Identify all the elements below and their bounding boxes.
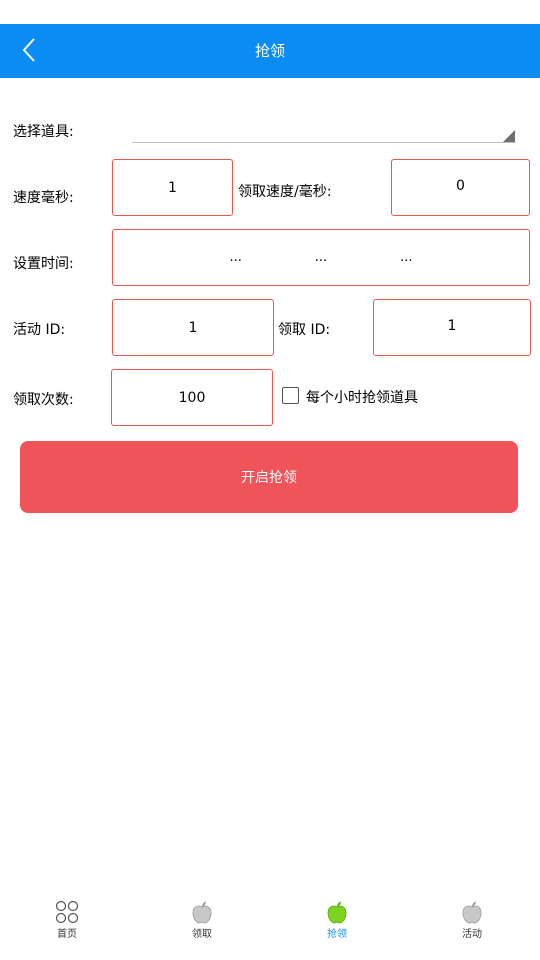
tab-claim-label: 领取 (192, 929, 212, 940)
tab-home[interactable]: 首页 (27, 900, 107, 944)
claim-count-input[interactable]: 100 (111, 369, 273, 426)
select-item-label: 选择道具: (13, 124, 74, 140)
tab-home-label: 首页 (57, 929, 77, 940)
dropdown-arrow-icon (503, 130, 515, 142)
time-picker[interactable]: ... ... ... (112, 229, 530, 286)
spinner-underline (132, 142, 516, 143)
claim-id-value: 1 (447, 318, 457, 334)
time-second[interactable]: ... (400, 250, 412, 265)
apple-icon (192, 901, 212, 924)
claim-id-label: 领取 ID: (278, 322, 331, 338)
apple-icon (462, 901, 482, 924)
item-spinner[interactable] (132, 112, 516, 144)
start-grab-button[interactable]: 开启抢领 (20, 441, 518, 513)
claim-id-input[interactable]: 1 (373, 299, 531, 356)
tab-grab[interactable]: 抢领 (297, 900, 377, 944)
activity-id-value: 1 (188, 319, 198, 336)
claim-count-label: 领取次数: (13, 392, 74, 408)
tab-activity-label: 活动 (462, 929, 482, 940)
tab-grab-label: 抢领 (327, 929, 347, 940)
time-minute[interactable]: ... (315, 250, 327, 265)
time-hour[interactable]: ... (229, 250, 241, 265)
tab-activity[interactable]: 活动 (432, 900, 512, 944)
set-time-label: 设置时间: (13, 256, 74, 272)
claim-speed-label: 领取速度/毫秒: (238, 184, 332, 200)
activity-id-label: 活动 ID: (13, 322, 66, 338)
activity-id-input[interactable]: 1 (112, 299, 274, 356)
tab-claim[interactable]: 领取 (162, 900, 242, 944)
grid-icon (55, 900, 79, 924)
speed-ms-value: 1 (168, 179, 177, 196)
page-title: 抢领 (254, 42, 285, 60)
hourly-checkbox-label[interactable]: 每个小时抢领道具 (306, 387, 418, 407)
speed-ms-label: 速度毫秒: (13, 190, 74, 206)
claim-speed-input[interactable]: 0 (391, 159, 530, 216)
speed-ms-input[interactable]: 1 (112, 159, 233, 216)
hourly-checkbox[interactable] (282, 387, 299, 404)
status-bar (0, 0, 540, 24)
apple-icon (327, 901, 347, 924)
claim-count-value: 100 (178, 389, 206, 406)
claim-speed-value: 0 (456, 178, 465, 194)
